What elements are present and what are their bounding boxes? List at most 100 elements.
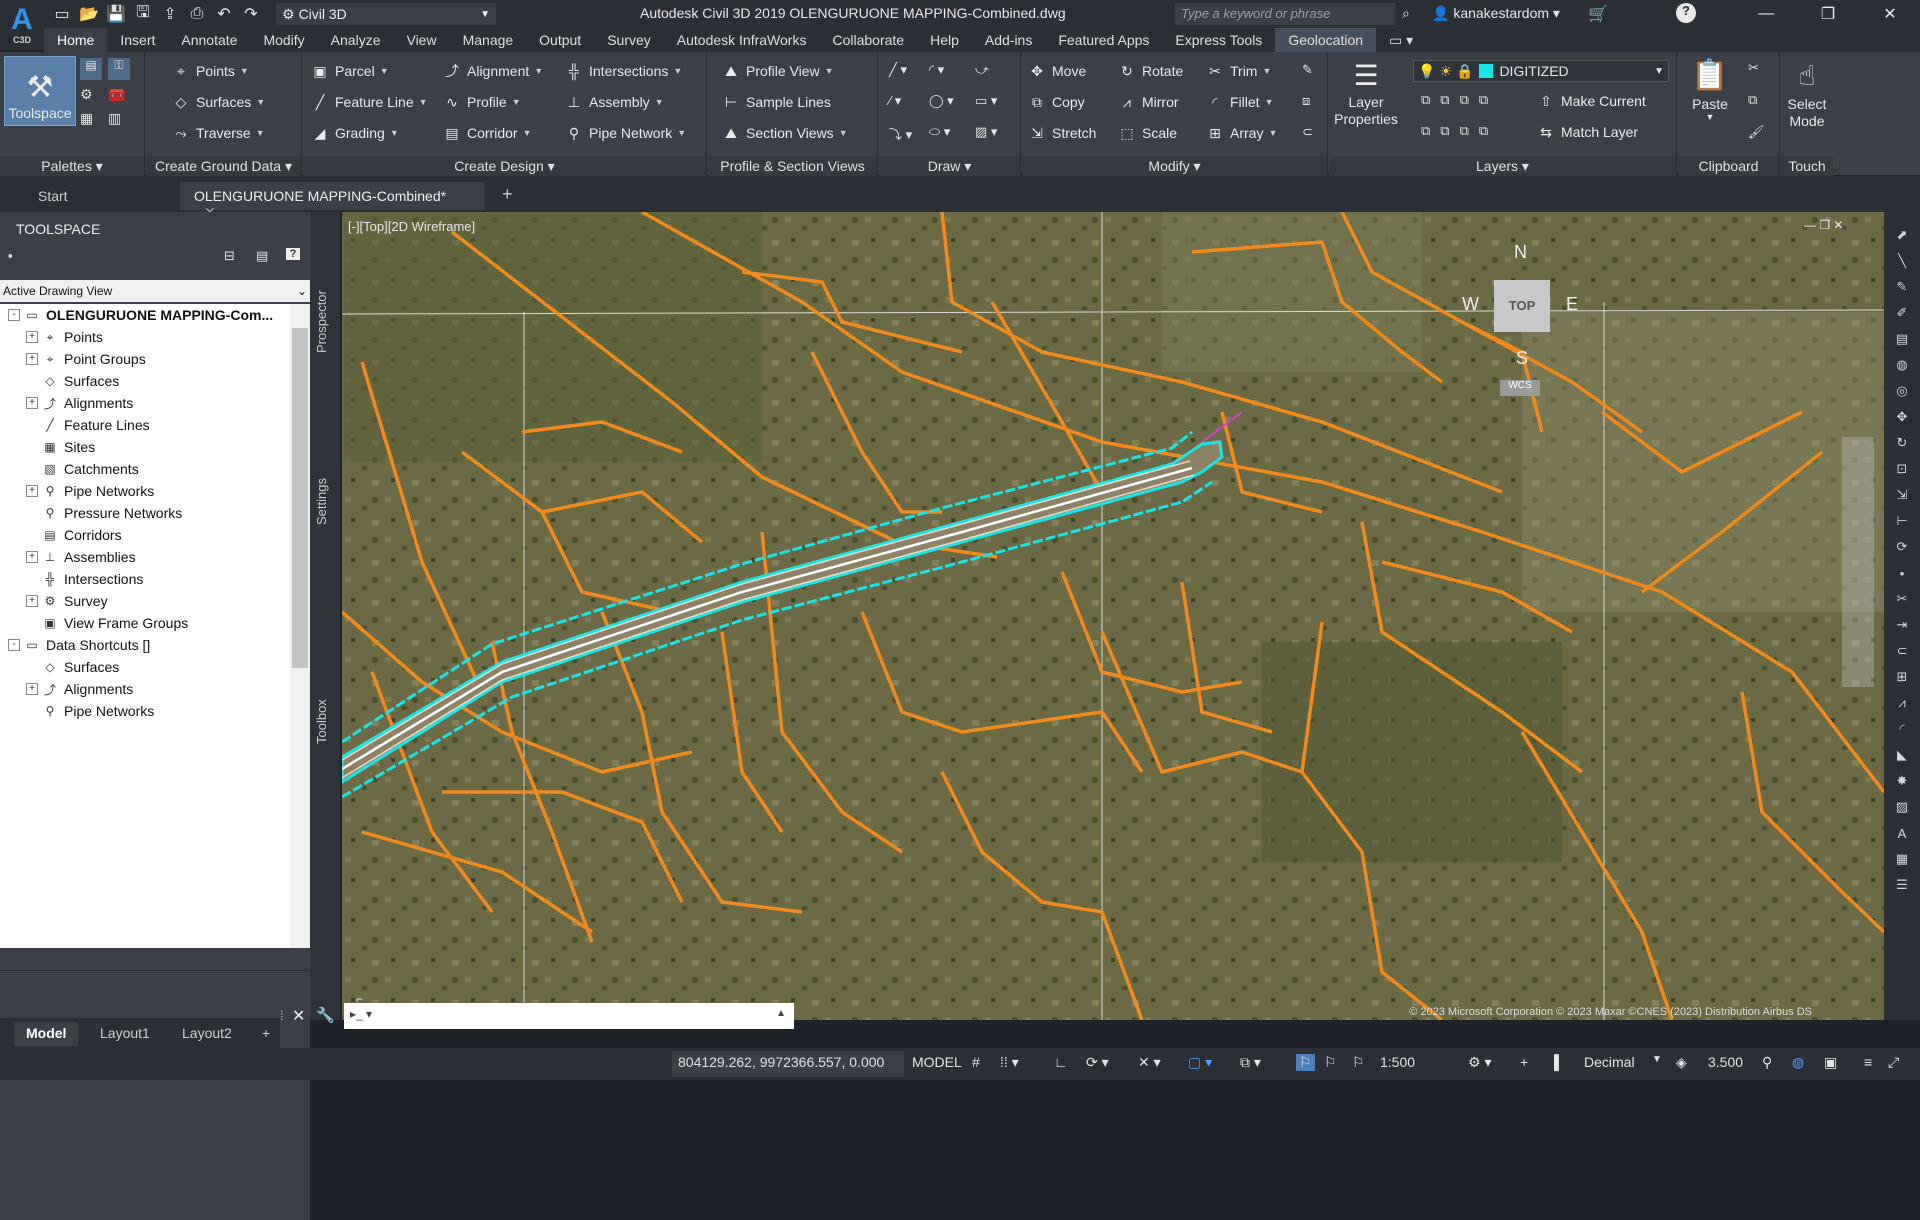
layer-tool-icons-2[interactable]: ⧉⧉⧉⧉: [1421, 123, 1498, 139]
close-button[interactable]: ✕: [1870, 2, 1910, 26]
trim-button[interactable]: ✂ Trim ▼: [1206, 62, 1271, 80]
points-button[interactable]: ⌖ Points ▼: [172, 62, 249, 80]
point-tool-icon[interactable]: •: [1891, 562, 1913, 584]
panel-label-palettes[interactable]: Palettes ▾: [0, 156, 144, 176]
tab-layout1[interactable]: Layout1: [88, 1022, 162, 1046]
osnap-icon[interactable]: ▢ ▾: [1188, 1054, 1212, 1071]
navigation-bar[interactable]: [1842, 437, 1874, 687]
prospector-icon[interactable]: ▤: [80, 58, 102, 80]
toolspace-button[interactable]: ⚒ Toolspace: [4, 56, 76, 126]
command-settings-icon[interactable]: 🔧: [316, 1006, 335, 1024]
viewcube-east[interactable]: E: [1566, 294, 1578, 315]
table-tool-icon[interactable]: ▦: [1891, 848, 1913, 870]
save-as-icon[interactable]: 🖫: [132, 3, 154, 25]
model-space-toggle[interactable]: MODEL: [912, 1054, 962, 1070]
cut-icon[interactable]: ✂: [1748, 60, 1759, 76]
tab-settings[interactable]: Settings: [314, 452, 336, 552]
explode-icon[interactable]: ⧈: [1302, 93, 1310, 109]
tree-node[interactable]: + ⤴ Alignments: [0, 392, 290, 414]
explode-tool-icon[interactable]: ✸: [1891, 770, 1913, 792]
surfaces-button[interactable]: ◇ Surfaces ▼: [172, 93, 266, 111]
collapse-icon[interactable]: -: [8, 309, 20, 321]
block-tool-icon[interactable]: ▤: [1891, 328, 1913, 350]
tree-node[interactable]: + ⌖ Points: [0, 326, 290, 348]
move-tool-icon[interactable]: ✥: [1891, 406, 1913, 428]
units-icon[interactable]: ▌: [1554, 1054, 1564, 1070]
user-name[interactable]: 👤 kanakestardom ▾: [1432, 5, 1560, 22]
layer-tool-icon[interactable]: ☰: [1891, 874, 1913, 896]
expand-icon[interactable]: +: [26, 397, 38, 409]
line-icon[interactable]: ╱ ▾: [889, 62, 907, 78]
command-grip-icon[interactable]: ⁞: [280, 1008, 284, 1023]
paste-button[interactable]: 📋 Paste ▼: [1686, 56, 1734, 122]
panel-label-create-ground-data[interactable]: Create Ground Data ▾: [146, 156, 301, 176]
rectangle-icon[interactable]: ▭ ▾: [975, 93, 997, 109]
ortho-icon[interactable]: ∟: [1054, 1054, 1068, 1070]
draw-tool-icon[interactable]: ✎: [1891, 276, 1913, 298]
list-view-icon[interactable]: ▤: [256, 248, 268, 264]
clean-screen-icon[interactable]: ▣: [1824, 1054, 1837, 1071]
tree-node[interactable]: - ▭ Data Shortcuts []: [0, 634, 290, 656]
wcs-menu[interactable]: WCS: [1500, 380, 1540, 396]
tree-scrollbar[interactable]: [290, 304, 310, 948]
select-mode-button[interactable]: ☝ Select Mode: [1781, 56, 1833, 130]
cart-icon[interactable]: 🛒: [1588, 4, 1608, 24]
hatch-icon[interactable]: ▨ ▾: [975, 124, 997, 140]
traverse-button[interactable]: ⤳ Traverse ▼: [172, 124, 264, 142]
fullscreen-icon[interactable]: ⤢: [1888, 1054, 1899, 1071]
tree-node[interactable]: ╬ Intersections: [0, 568, 290, 590]
panel-label-modify[interactable]: Modify ▾: [1022, 156, 1327, 176]
spline-icon[interactable]: ⤵ ▾: [889, 124, 912, 143]
annotation-visibility-icon[interactable]: ⚐: [1296, 1054, 1315, 1071]
expand-icon[interactable]: +: [26, 485, 38, 497]
units-select[interactable]: Decimal: [1584, 1054, 1635, 1070]
scale-button[interactable]: ⬚ Scale: [1118, 124, 1177, 142]
survey-palette-icon[interactable]: ⚙: [80, 86, 93, 103]
new-icon[interactable]: ▭: [51, 3, 73, 25]
plot-icon[interactable]: ⎙: [186, 3, 208, 25]
expand-icon[interactable]: +: [26, 551, 38, 563]
pipe-network-button[interactable]: ⚲ Pipe Network ▼: [565, 124, 686, 142]
feature-line-button[interactable]: ╱ Feature Line ▼: [311, 93, 428, 111]
snap-icon[interactable]: ⁞⁞ ▾: [1000, 1054, 1019, 1071]
array-tool-icon[interactable]: ⊞: [1891, 666, 1913, 688]
polyline-icon[interactable]: ⤻: [975, 62, 989, 78]
tab-start[interactable]: Start: [24, 182, 180, 210]
tree-node[interactable]: + ⊥ Assemblies: [0, 546, 290, 568]
undo-icon[interactable]: ↶: [213, 3, 235, 25]
minimize-button[interactable]: —: [1746, 2, 1786, 26]
make-current-button[interactable]: ⇧ Make Current: [1537, 92, 1646, 110]
tab-help[interactable]: Help: [917, 28, 972, 52]
tab-survey[interactable]: Survey: [594, 28, 664, 52]
arc-icon[interactable]: ◜ ▾: [929, 62, 944, 78]
ribbon-minimize-toggle[interactable]: ▭ ▾: [1376, 28, 1426, 52]
tab-model[interactable]: Model: [14, 1022, 79, 1046]
tree-node[interactable]: - ▭ OLENGURUONE MAPPING-Com...: [0, 304, 290, 326]
viewcube-west[interactable]: W: [1462, 294, 1479, 315]
add-layout-button[interactable]: +: [250, 1022, 282, 1046]
viewport-controls-label[interactable]: [-][Top][2D Wireframe]: [348, 219, 475, 234]
tree-node[interactable]: ▧ Catchments: [0, 458, 290, 480]
alignment-button[interactable]: ⤴ Alignment ▼: [443, 62, 543, 80]
viewcube[interactable]: N W E S TOP WCS: [1462, 242, 1582, 412]
offset-icon[interactable]: ⊂: [1302, 124, 1313, 140]
pencil-tool-icon[interactable]: ✐: [1891, 302, 1913, 324]
item-view-icon[interactable]: ▪: [8, 248, 13, 263]
expand-icon[interactable]: +: [26, 683, 38, 695]
parcel-button[interactable]: ▣ Parcel ▼: [311, 62, 388, 80]
tab-add-ins[interactable]: Add-ins: [972, 28, 1045, 52]
viewcube-south[interactable]: S: [1516, 348, 1528, 369]
redo-icon[interactable]: ↷: [240, 3, 262, 25]
properties-icon[interactable]: ⚿: [108, 58, 130, 80]
section-views-button[interactable]: ⛰ Section Views ▼: [722, 124, 848, 142]
tab-view[interactable]: View: [393, 28, 449, 52]
binoculars-icon[interactable]: ⌕: [1402, 5, 1410, 22]
viewcube-top-face[interactable]: TOP: [1494, 280, 1550, 332]
isodraft-icon[interactable]: ✕ ▾: [1138, 1054, 1161, 1071]
mirror-tool-icon[interactable]: ⩘: [1891, 692, 1913, 714]
layer-dropdown[interactable]: 💡 ☀ 🔒 DIGITIZED ▼: [1413, 60, 1669, 82]
tree-node[interactable]: ◇ Surfaces: [0, 370, 290, 392]
tree-node[interactable]: + ⤴ Alignments: [0, 678, 290, 700]
copy-clip-icon[interactable]: ⧉: [1748, 92, 1757, 108]
command-input[interactable]: ▸_ ▾ ▲: [344, 1003, 794, 1029]
